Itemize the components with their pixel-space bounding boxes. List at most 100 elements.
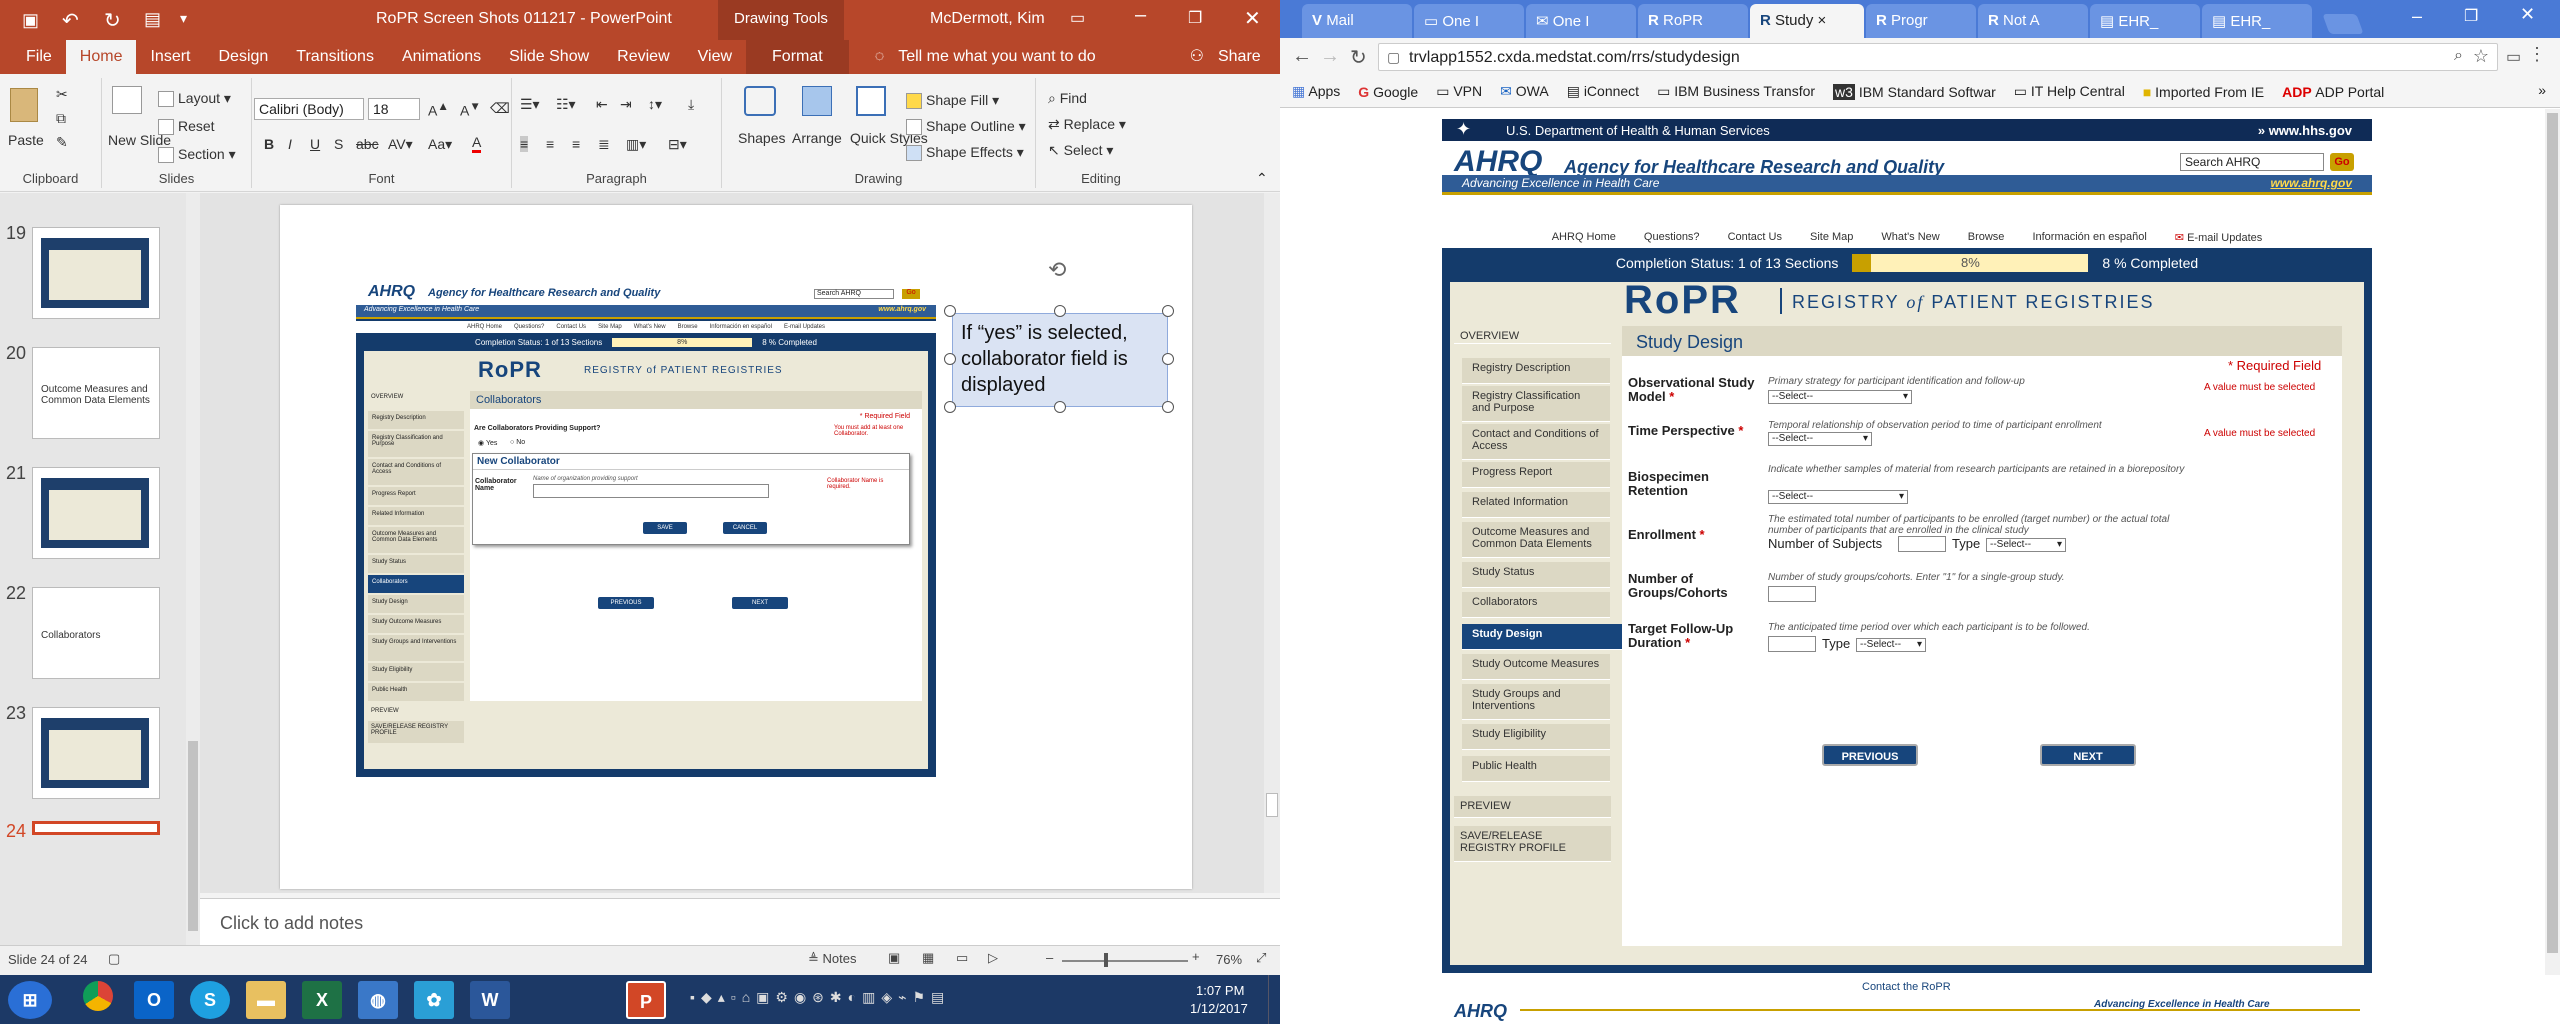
resize-handle[interactable] [1162,401,1174,413]
rotate-handle-icon[interactable]: ⟲ [1048,257,1066,283]
page-info-icon[interactable]: ▢ [1387,49,1400,66]
shape-fill-button[interactable]: Shape Fill ▾ [906,92,999,110]
nav-site-map[interactable]: Site Map [1810,231,1853,243]
new-slide-button[interactable]: New Slide [108,132,171,148]
spellcheck-icon[interactable]: ▢ [108,951,120,967]
resize-handle[interactable] [1162,353,1174,365]
italic-icon[interactable]: I [288,136,292,152]
menu-icon[interactable]: ⋮ [2528,44,2546,65]
notes-placeholder[interactable]: Click to add notes [220,913,363,934]
extension-icon[interactable]: ▭ [2506,47,2521,67]
resize-handle[interactable] [1054,401,1066,413]
slide-thumbnail-24[interactable] [32,821,160,835]
close-icon[interactable]: ✕ [1244,6,1261,31]
tab-design[interactable]: Design [204,40,282,74]
align-left-icon[interactable]: ≡ [520,136,529,152]
share-button[interactable]: Share [1218,40,1275,74]
notes-pane[interactable]: Click to add notes [200,898,1280,945]
browser-tab[interactable]: V Mail [1302,4,1412,38]
ribbon-options-icon[interactable]: ▭ [1070,8,1085,28]
shrink-font-icon[interactable]: A▼ [460,100,481,119]
user-name[interactable]: McDermott, Kim [930,10,1045,28]
sidebar-save-release[interactable]: SAVE/RELEASE REGISTRY PROFILE [1454,826,1611,862]
minimize-icon[interactable]: – [1135,4,1146,27]
clear-format-icon[interactable]: ⌫ [490,100,510,117]
align-right-icon[interactable]: ≡ [572,136,580,152]
taskbar-outlook[interactable]: O [134,981,174,1019]
browser-tab[interactable]: ▭ One I [1414,4,1524,38]
page-scrollbar[interactable] [2545,109,2560,975]
reset-button[interactable]: Reset [158,118,215,136]
browser-tab[interactable]: R Progr [1866,4,1976,38]
sidebar-item-study-eligibility[interactable]: Study Eligibility [1462,724,1610,750]
sidebar-item-progress-report[interactable]: Progress Report [1462,462,1610,488]
address-bar[interactable]: ▢ trvlapp1552.cxda.medstat.com/rrs/study… [1378,43,2498,71]
current-slide[interactable]: AHRQ Agency for Healthcare Research and … [280,205,1192,889]
search-go-button[interactable]: Go [2330,153,2354,171]
sidebar-item-related-information[interactable]: Related Information [1462,492,1610,518]
resize-handle[interactable] [944,305,956,317]
paste-button[interactable]: Paste [8,132,44,148]
sidebar-overview[interactable]: OVERVIEW [1454,326,1611,344]
new-tab-button[interactable] [2322,14,2364,34]
resize-handle[interactable] [1162,305,1174,317]
font-name-select[interactable]: Calibri (Body) [254,98,364,120]
taskbar-skype[interactable]: S [190,981,230,1019]
arrange-icon[interactable] [802,86,832,116]
replace-button[interactable]: ⇄ Replace ▾ [1048,116,1126,133]
justify-icon[interactable]: ≣ [598,136,610,153]
browser-tab[interactable]: ✉ One I [1526,4,1636,38]
start-button[interactable]: ⊞ [8,981,52,1019]
bookmark-google[interactable]: G Google [1358,84,1418,100]
slide-thumbnail-23[interactable] [32,707,160,799]
browser-tab[interactable]: ▤ EHR_ [2202,4,2312,38]
thumbs-scrollbar[interactable] [186,193,200,945]
sidebar-item-collaborators[interactable]: Collaborators [1462,592,1610,618]
numbering-icon[interactable]: ☷▾ [556,96,576,113]
layout-button[interactable]: Layout ▾ [158,90,231,108]
nav-whats-new[interactable]: What's New [1881,231,1939,243]
select-button[interactable]: ↖ Select ▾ [1048,142,1113,159]
tab-view[interactable]: View [684,40,746,74]
bookmark-vpn[interactable]: ▭ VPN [1436,83,1482,100]
browser-tab[interactable]: ▤ EHR_ [2090,4,2200,38]
taskbar-excel[interactable]: X [302,981,342,1019]
text-direction-icon[interactable]: ⤓ [688,96,694,113]
line-spacing-icon[interactable]: ↕▾ [648,96,662,113]
minimize-icon[interactable]: – [2412,6,2422,27]
tab-slide-show[interactable]: Slide Show [495,40,603,74]
font-size-select[interactable]: 18 [368,98,420,120]
normal-view-icon[interactable]: ▣ [888,950,900,966]
sidebar-item-contact-access[interactable]: Contact and Conditions of Access [1462,424,1610,460]
sidebar-item-study-outcome-measures[interactable]: Study Outcome Measures [1462,654,1610,680]
zoom-slider-thumb[interactable] [1104,953,1108,967]
sidebar-preview[interactable]: PREVIEW [1454,796,1611,818]
browser-tab[interactable]: R Not A [1978,4,2088,38]
slideshow-view-icon[interactable]: ▷ [988,950,998,966]
bookmark-iconnect[interactable]: ▤ iConnect [1567,83,1639,100]
tab-insert[interactable]: Insert [136,40,204,74]
shape-effects-button[interactable]: Shape Effects ▾ [906,144,1024,162]
bookmark-owa[interactable]: ✉ OWA [1500,83,1549,100]
bookmark-ibm-software[interactable]: w3 IBM Standard Softwar [1833,83,1996,100]
sidebar-item-study-groups[interactable]: Study Groups and Interventions [1462,684,1610,720]
taskbar-chrome[interactable] [78,981,118,1019]
maximize-icon[interactable]: ❐ [1188,8,1202,28]
cut-icon[interactable]: ✂ [56,86,68,103]
follow-up-type-select[interactable]: --Select-- ▾ [1856,638,1926,652]
columns-icon[interactable]: ▥▾ [626,136,646,153]
underline-icon[interactable]: U [310,136,320,152]
font-color-icon[interactable]: A [472,134,482,153]
forward-icon[interactable]: → [1320,45,1340,68]
tell-me-input[interactable]: Tell me what you want to do [898,40,1109,74]
reading-view-icon[interactable]: ▭ [956,950,968,966]
slide-thumbnails-panel[interactable]: 19 20 Outcome Measures and Common Data E… [0,193,200,945]
ahrq-url-link[interactable]: www.ahrq.gov [2270,176,2352,190]
customize-icon[interactable]: ▾ [180,10,187,27]
tab-home[interactable]: Home [65,40,137,74]
taskbar-powerpoint[interactable]: P [626,981,666,1019]
tab-review[interactable]: Review [603,40,683,74]
stage-scrollbar[interactable] [1264,193,1280,893]
sidebar-item-study-status[interactable]: Study Status [1462,562,1610,588]
bookmark-ibm-business[interactable]: ▭ IBM Business Transfor [1657,83,1815,100]
